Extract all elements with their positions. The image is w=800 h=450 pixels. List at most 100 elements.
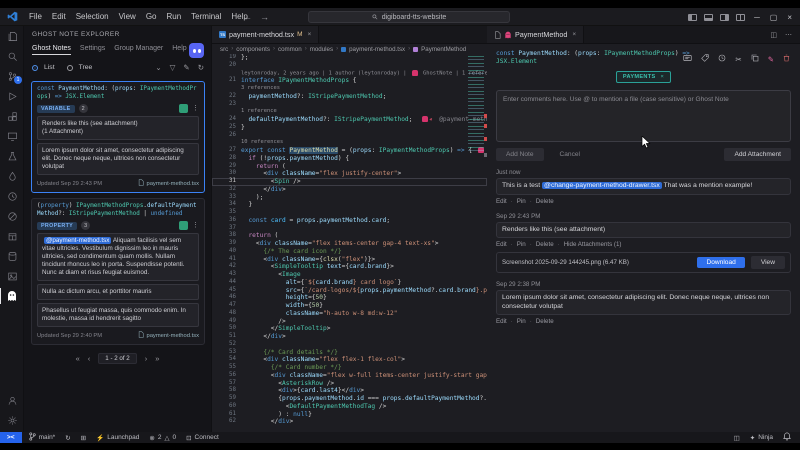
comment-input[interactable]: Enter comments here. Use @ to mention a … bbox=[496, 90, 791, 142]
remote-explorer-icon[interactable] bbox=[0, 126, 24, 146]
code-line[interactable]: 47 width={50} bbox=[212, 302, 487, 310]
code-line[interactable]: 40 {/* The card icon */} bbox=[212, 248, 487, 256]
launchpad[interactable]: ⚡Launchpad bbox=[91, 432, 144, 443]
code-line[interactable]: 19}; bbox=[212, 54, 487, 62]
forward-icon[interactable]: → bbox=[260, 12, 269, 22]
split-editor-icon[interactable]: ◫ bbox=[770, 31, 777, 39]
breadcrumb-item[interactable]: payment-method.tsx bbox=[349, 46, 405, 53]
menu-go[interactable]: Go bbox=[141, 12, 162, 21]
pin-link[interactable]: Pin bbox=[511, 241, 526, 248]
grid-status[interactable]: ⊞ bbox=[76, 432, 91, 443]
code-line[interactable]: 39 <div className="flex items-center gap… bbox=[212, 240, 487, 248]
note-comment[interactable]: Lorem ipsum dolor sit amet, consectetur … bbox=[37, 143, 199, 175]
settings-gear-icon[interactable] bbox=[0, 410, 24, 430]
breadcrumb-item[interactable]: PaymentMethod bbox=[421, 46, 466, 53]
code-line[interactable]: 50 </SimpleTooltip> bbox=[212, 325, 487, 333]
sidebar-tab-help[interactable]: Help bbox=[172, 45, 186, 54]
breadcrumb-item[interactable]: components bbox=[236, 46, 270, 53]
account-icon[interactable] bbox=[0, 390, 24, 410]
search-icon[interactable] bbox=[0, 46, 24, 66]
menu-edit[interactable]: Edit bbox=[47, 12, 71, 21]
minimize-icon[interactable]: ─ bbox=[754, 13, 760, 22]
code-line[interactable]: 26 bbox=[212, 132, 487, 140]
delete-link[interactable]: Delete bbox=[530, 198, 554, 205]
hide-link[interactable]: Hide Attachments (1) bbox=[558, 241, 622, 248]
history-icon[interactable] bbox=[0, 186, 24, 206]
sidebar-tab-ghost-notes[interactable]: Ghost Notes bbox=[32, 45, 71, 55]
add-note-button[interactable]: Add Note bbox=[496, 148, 544, 161]
code-line[interactable]: 29 return ( bbox=[212, 163, 487, 171]
toggle-sidebar-icon[interactable] bbox=[688, 14, 697, 21]
edit-icon[interactable]: ✎ bbox=[768, 55, 774, 64]
code-line[interactable]: 34 } bbox=[212, 201, 487, 209]
next-page-button[interactable]: › bbox=[145, 354, 148, 363]
open-in-editor-icon[interactable] bbox=[179, 221, 188, 230]
last-page-button[interactable]: » bbox=[155, 354, 159, 363]
breadcrumb-item[interactable]: src bbox=[220, 46, 228, 53]
edit-link[interactable]: Edit bbox=[496, 318, 507, 325]
source-control-icon[interactable]: 1 bbox=[0, 66, 24, 86]
download-button[interactable]: Download bbox=[697, 257, 744, 268]
tab-ghost-note-payment-method[interactable]: PaymentMethod × bbox=[487, 26, 584, 43]
code-line[interactable]: 42 <SimpleTooltip text={card.brand}> bbox=[212, 263, 487, 271]
code-line[interactable]: 31 <Spin /> bbox=[212, 178, 487, 186]
code-line[interactable]: 62 </div> bbox=[212, 418, 487, 426]
circle-icon[interactable] bbox=[0, 206, 24, 226]
menu-selection[interactable]: Selection bbox=[71, 12, 114, 21]
sidebar-tab-group-manager[interactable]: Group Manager bbox=[114, 45, 163, 54]
more-icon[interactable]: ⋮ bbox=[192, 222, 199, 229]
explorer-icon[interactable] bbox=[0, 26, 24, 46]
code-line[interactable]: 21interface IPaymentMethodProps { bbox=[212, 77, 487, 85]
menu-terminal[interactable]: Terminal bbox=[186, 12, 226, 21]
chevron-down-icon[interactable]: ⌄ bbox=[155, 63, 161, 72]
open-in-editor-icon[interactable] bbox=[179, 104, 188, 113]
note-comment[interactable]: @payment-method.tsx Aliquam facilisis ve… bbox=[37, 233, 199, 281]
file-mention[interactable]: @payment-method.tsx bbox=[44, 237, 111, 244]
database-icon[interactable] bbox=[0, 246, 24, 266]
menu-view[interactable]: View bbox=[114, 12, 141, 21]
test-icon[interactable] bbox=[0, 146, 24, 166]
code-line[interactable]: 54 <div className="flex flex-1 flex-col"… bbox=[212, 356, 487, 364]
close-icon[interactable]: × bbox=[787, 13, 792, 22]
menu-run[interactable]: Run bbox=[161, 12, 186, 21]
code-line[interactable]: 43 <Image bbox=[212, 271, 487, 279]
first-page-button[interactable]: « bbox=[76, 354, 80, 363]
code-line[interactable]: 57 <AsteriskRow /> bbox=[212, 380, 487, 388]
pin-link[interactable]: Pin bbox=[511, 318, 526, 325]
more-actions-icon[interactable]: ⋯ bbox=[785, 31, 792, 39]
scissors-icon[interactable]: ✂ bbox=[735, 55, 741, 64]
code-line[interactable]: 33 ); bbox=[212, 194, 487, 202]
tree-radio[interactable] bbox=[67, 65, 73, 71]
package-icon[interactable] bbox=[0, 226, 24, 246]
code-line[interactable]: 49 /> bbox=[212, 318, 487, 326]
ghost-note-card[interactable]: (property) IPaymentMethodProps.defaultPa… bbox=[31, 198, 205, 345]
card-icon[interactable] bbox=[683, 54, 692, 64]
edit-link[interactable]: Edit bbox=[496, 241, 507, 248]
toggle-secondary-sidebar-icon[interactable] bbox=[720, 14, 729, 21]
code-line[interactable]: 48 className="h-auto w-8 md:w-12" bbox=[212, 310, 487, 318]
toggle-panel-icon[interactable] bbox=[704, 14, 713, 21]
code-line[interactable]: 45 src={`/card-logos/${props.paymentMeth… bbox=[212, 287, 487, 295]
code-line[interactable]: 38 return ( bbox=[212, 232, 487, 240]
code-line[interactable]: 52 bbox=[212, 341, 487, 349]
code-line[interactable]: 20 bbox=[212, 62, 487, 70]
delete-icon[interactable] bbox=[783, 54, 790, 64]
add-attachment-button[interactable]: Add Attachment bbox=[724, 148, 791, 161]
refresh-icon[interactable]: ↻ bbox=[198, 63, 204, 72]
ghost-note-card[interactable]: const PaymentMethod: (props: IPaymentMet… bbox=[31, 81, 205, 193]
code-line[interactable]: 35 bbox=[212, 209, 487, 217]
code-line[interactable]: 37 bbox=[212, 225, 487, 233]
source-file-link[interactable]: payment-method.tsx bbox=[138, 179, 199, 188]
minimap[interactable] bbox=[468, 56, 484, 152]
close-tab-icon[interactable]: × bbox=[572, 31, 576, 38]
image-icon[interactable] bbox=[0, 266, 24, 286]
code-line[interactable]: 24 defaultPaymentMethod?: IStripePayment… bbox=[212, 116, 487, 124]
code-line[interactable]: 56 <div className="flex w-full items-cen… bbox=[212, 372, 487, 380]
menu-file[interactable]: File bbox=[24, 12, 47, 21]
prev-page-button[interactable]: ‹ bbox=[88, 354, 91, 363]
code-line[interactable]: 55 {/* Card number */} bbox=[212, 364, 487, 372]
code-line[interactable]: 46 height={50} bbox=[212, 294, 487, 302]
command-center-search[interactable]: digiboard-tts-website bbox=[308, 11, 510, 23]
code-line[interactable]: 61 ) : null} bbox=[212, 411, 487, 419]
connect[interactable]: ⊡Connect bbox=[181, 432, 224, 443]
